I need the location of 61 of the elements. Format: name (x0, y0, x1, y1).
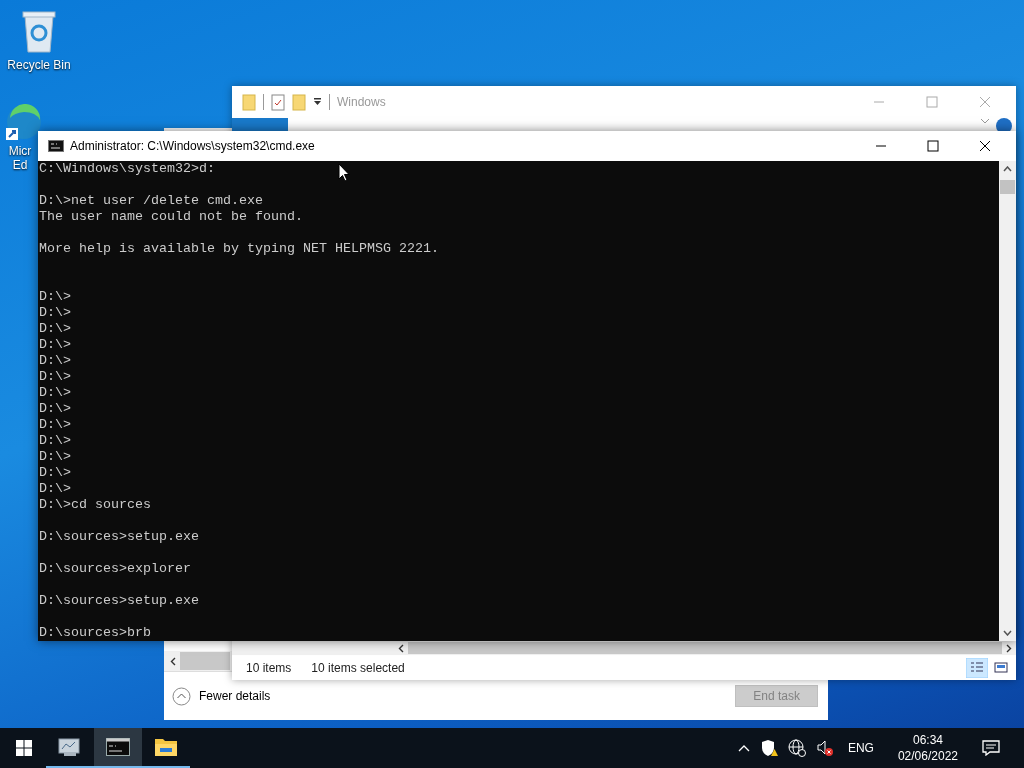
recycle-bin-icon[interactable] (21, 10, 57, 54)
console-line: D:\> (39, 289, 71, 305)
scroll-left-icon[interactable] (170, 656, 176, 666)
item-count: 10 items (246, 660, 292, 675)
expand-ribbon-icon[interactable] (980, 118, 990, 124)
console-line: D:\sources>brb (39, 625, 151, 641)
console-line: D:\> (39, 369, 71, 385)
vertical-scrollbar[interactable] (999, 161, 1016, 641)
scroll-right-icon[interactable] (1006, 643, 1012, 653)
security-warning-icon[interactable] (759, 739, 778, 757)
scroll-down-icon[interactable] (1003, 630, 1012, 636)
console-line: D:\> (39, 353, 71, 369)
console-line: D:\> (39, 401, 71, 417)
console-line: D:\> (39, 305, 71, 321)
fewer-details-link[interactable]: Fewer details (199, 689, 271, 703)
notifications-icon[interactable] (982, 740, 1000, 756)
window-title: Administrator: C:\Windows\system32\cmd.exe (70, 139, 315, 153)
console-line: D:\> (39, 433, 71, 449)
folder-icon (154, 737, 178, 757)
window-title: Windows (337, 95, 386, 109)
muted-speaker-icon[interactable] (815, 739, 834, 757)
scrollbar-thumb[interactable] (180, 652, 230, 670)
console-line: D:\sources>explorer (39, 561, 191, 577)
console-line: The user name could not be found. (39, 209, 303, 225)
console-line: D:\> (39, 417, 71, 433)
close-icon[interactable] (979, 140, 991, 152)
details-view-icon[interactable] (966, 657, 988, 678)
input-language[interactable]: ENG (847, 741, 874, 755)
console-icon (106, 738, 130, 756)
server-manager-icon (58, 736, 82, 758)
network-icon[interactable] (787, 739, 806, 757)
console-line: More help is available by typing NET HELPMSG 2221. (39, 241, 439, 257)
console-line: D:\> (39, 385, 71, 401)
maximize-icon[interactable] (927, 140, 939, 152)
show-hidden-icons-icon[interactable] (737, 744, 750, 752)
console-line: D:\> (39, 465, 71, 481)
scroll-up-icon[interactable] (1003, 166, 1012, 172)
selection-count: 10 items selected (311, 660, 405, 675)
scrollbar-thumb[interactable] (1000, 180, 1015, 194)
console-line: C:\Windows\system32>d: (39, 161, 215, 177)
desktop-icon-label[interactable]: Recycle Bin (7, 58, 71, 72)
scrollbar-thumb[interactable] (408, 642, 1002, 654)
console-line: D:\> (39, 321, 71, 337)
start-icon[interactable] (16, 740, 32, 756)
dropdown-icon[interactable] (313, 97, 322, 107)
desktop-icon-label[interactable]: Micr Ed (6, 144, 34, 172)
properties-icon[interactable] (271, 93, 285, 111)
console-line: D:\> (39, 449, 71, 465)
scroll-left-icon[interactable] (398, 643, 404, 653)
console-line: D:\>cd sources (39, 497, 151, 513)
collapse-icon[interactable] (172, 686, 191, 706)
console-line: D:\sources>setup.exe (39, 529, 199, 545)
console-line: D:\>net user /delete cmd.exe (39, 193, 263, 209)
console-line: D:\> (39, 481, 71, 497)
file-tab[interactable] (232, 118, 288, 132)
console-icon[interactable] (48, 140, 64, 152)
browser-icon[interactable] (6, 104, 42, 140)
clock[interactable]: 06:34 02/06/2022 (897, 732, 958, 764)
console-line: D:\> (39, 337, 71, 353)
taskbar-button[interactable] (94, 728, 142, 768)
console-line: D:\sources>setup.exe (39, 593, 199, 609)
